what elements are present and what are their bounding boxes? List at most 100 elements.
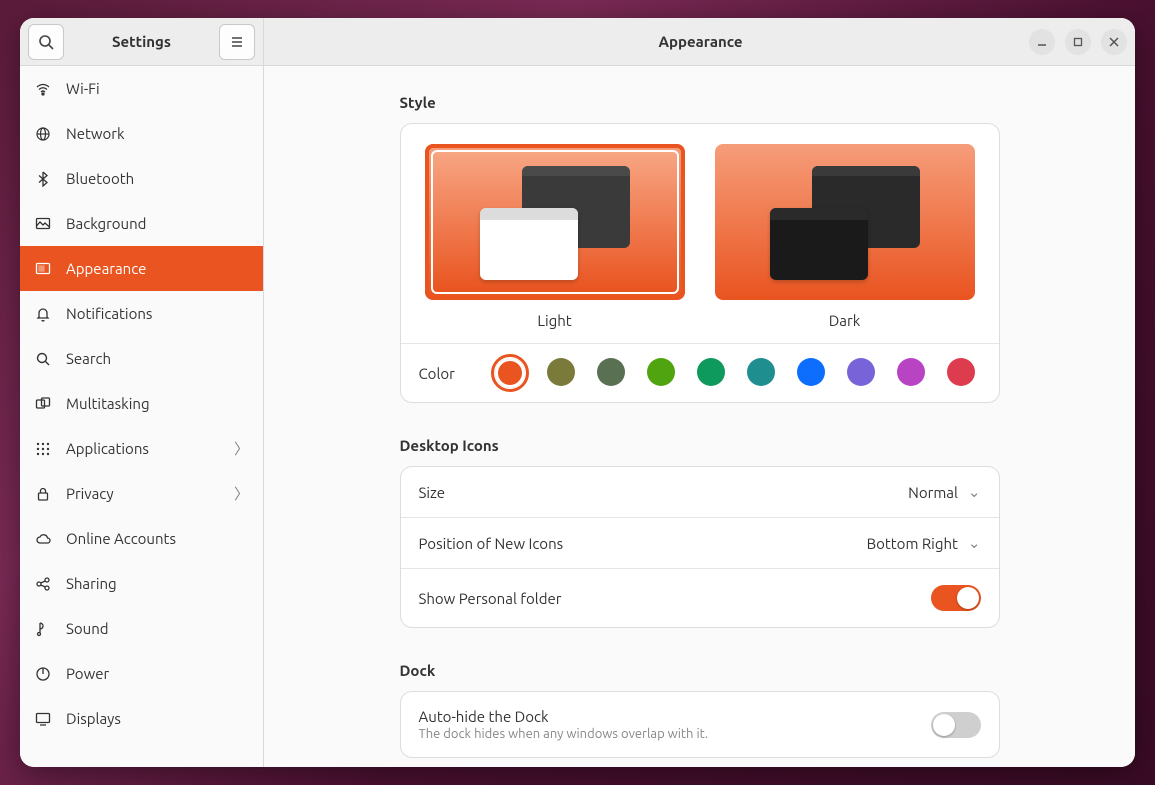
main-pane: Appearance Style: [264, 18, 1135, 767]
row-title: Position of New Icons: [419, 535, 564, 552]
content-scroll[interactable]: Style Light: [264, 66, 1135, 767]
color-row: Color: [401, 343, 999, 402]
row-title: Auto-hide the Dock: [419, 708, 709, 725]
color-swatches: [495, 358, 981, 388]
sidebar-item-label: Online Accounts: [66, 530, 176, 547]
sound-icon: [34, 620, 52, 638]
sidebar-item-label: Privacy: [66, 485, 114, 502]
style-options: Light Dark: [401, 124, 999, 343]
sidebar-item-privacy[interactable]: Privacy 〉: [20, 471, 263, 516]
settings-row[interactable]: Size Normal⌄: [401, 467, 999, 518]
sidebar-item-label: Displays: [66, 710, 121, 727]
sidebar-item-multitasking[interactable]: Multitasking: [20, 381, 263, 426]
style-label-dark: Dark: [829, 312, 861, 343]
displays-icon: [34, 710, 52, 728]
menu-button[interactable]: [219, 24, 255, 60]
sidebar-item-label: Background: [66, 215, 146, 232]
grid-icon: [34, 440, 52, 458]
app-title: Settings: [112, 33, 171, 50]
sidebar-item-bluetooth[interactable]: Bluetooth: [20, 156, 263, 201]
sidebar-item-label: Bluetooth: [66, 170, 134, 187]
search-button[interactable]: [28, 24, 64, 60]
style-preview-light: [425, 144, 685, 300]
desktop-icons-card: Size Normal⌄ Position of New Icons Bottom R…: [400, 466, 1000, 628]
style-option-light[interactable]: Light: [423, 144, 687, 343]
chevron-right-icon: 〉: [234, 438, 249, 459]
toggle-knob: [957, 587, 979, 609]
sidebar-item-label: Notifications: [66, 305, 152, 322]
sidebar-item-background[interactable]: Background: [20, 201, 263, 246]
window-controls: [1029, 29, 1127, 55]
chevron-down-icon: ⌄: [968, 534, 981, 552]
sidebar-item-displays[interactable]: Displays: [20, 696, 263, 741]
color-swatch[interactable]: [747, 358, 775, 386]
power-icon: [34, 665, 52, 683]
maximize-icon: [1073, 37, 1083, 47]
toggle-knob: [933, 714, 955, 736]
sidebar-list: Wi-Fi Network Bluetooth Background Appearanc…: [20, 66, 263, 767]
settings-row[interactable]: Auto-hide the Dock The dock hides when an…: [401, 692, 999, 757]
style-option-dark[interactable]: Dark: [713, 144, 977, 343]
sidebar-item-sound[interactable]: Sound: [20, 606, 263, 651]
sidebar-header: Settings: [20, 18, 263, 66]
sidebar-item-label: Applications: [66, 440, 149, 457]
style-preview-dark: [715, 144, 975, 300]
sidebar-item-appearance[interactable]: Appearance: [20, 246, 263, 291]
row-title: Show Personal folder: [419, 590, 562, 607]
settings-window: Settings Wi-Fi Network Bluetooth Background…: [20, 18, 1135, 767]
bell-icon: [34, 305, 52, 323]
close-button[interactable]: [1101, 29, 1127, 55]
row-title: Size: [419, 484, 446, 501]
color-swatch[interactable]: [847, 358, 875, 386]
settings-row[interactable]: Position of New Icons Bottom Right ⌄: [401, 518, 999, 569]
sidebar-item-label: Multitasking: [66, 395, 150, 412]
search-icon: [34, 350, 52, 368]
sidebar-item-label: Sharing: [66, 575, 117, 592]
sidebar-item-applications[interactable]: Applications 〉: [20, 426, 263, 471]
color-swatch[interactable]: [547, 358, 575, 386]
page-title: Appearance: [372, 33, 1029, 50]
sidebar-item-label: Network: [66, 125, 125, 142]
main-header: Appearance: [264, 18, 1135, 66]
globe-icon: [34, 125, 52, 143]
color-swatch[interactable]: [897, 358, 925, 386]
maximize-button[interactable]: [1065, 29, 1091, 55]
sidebar-item-label: Sound: [66, 620, 109, 637]
chevron-right-icon: 〉: [234, 483, 249, 504]
settings-row[interactable]: Show Personal folder: [401, 569, 999, 627]
color-swatch[interactable]: [495, 358, 525, 388]
color-swatch[interactable]: [597, 358, 625, 386]
color-swatch[interactable]: [697, 358, 725, 386]
color-swatch[interactable]: [947, 358, 975, 386]
dropdown[interactable]: Bottom Right ⌄: [867, 534, 981, 552]
sidebar-item-label: Wi-Fi: [66, 80, 100, 97]
dock-card: Auto-hide the Dock The dock hides when an…: [400, 691, 1000, 758]
dock-heading: Dock: [400, 662, 1000, 679]
sidebar-item-label: Search: [66, 350, 111, 367]
color-swatch[interactable]: [647, 358, 675, 386]
minimize-button[interactable]: [1029, 29, 1055, 55]
dropdown[interactable]: Normal⌄: [908, 483, 980, 501]
sidebar-item-wi-fi[interactable]: Wi-Fi: [20, 66, 263, 111]
minimize-icon: [1037, 37, 1047, 47]
sidebar-item-sharing[interactable]: Sharing: [20, 561, 263, 606]
color-label: Color: [419, 365, 475, 382]
sidebar-item-label: Power: [66, 665, 109, 682]
style-card: Light Dark Color: [400, 123, 1000, 403]
wifi-icon: [34, 80, 52, 98]
sidebar-item-label: Appearance: [66, 260, 146, 277]
toggle[interactable]: [931, 712, 981, 738]
lock-icon: [34, 485, 52, 503]
color-swatch[interactable]: [797, 358, 825, 386]
sidebar-item-notifications[interactable]: Notifications: [20, 291, 263, 336]
content: Style Light: [400, 94, 1000, 767]
row-subtitle: The dock hides when any windows overlap …: [419, 727, 709, 741]
multitask-icon: [34, 395, 52, 413]
dropdown-value: Bottom Right: [867, 535, 958, 552]
sidebar-item-search[interactable]: Search: [20, 336, 263, 381]
toggle[interactable]: [931, 585, 981, 611]
sidebar-item-online-accounts[interactable]: Online Accounts: [20, 516, 263, 561]
sidebar-item-network[interactable]: Network: [20, 111, 263, 156]
close-icon: [1109, 37, 1119, 47]
sidebar-item-power[interactable]: Power: [20, 651, 263, 696]
